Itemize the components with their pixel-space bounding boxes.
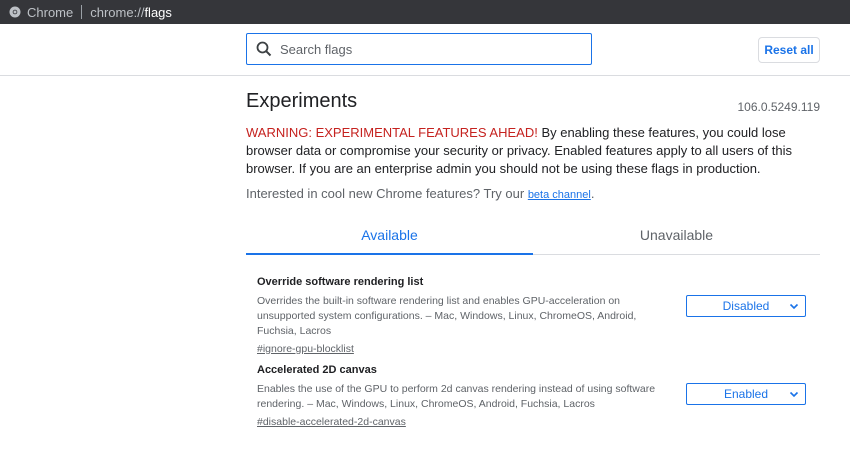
flag-item: Override software rendering list Overrid…	[257, 276, 677, 357]
tab-available[interactable]: Available	[246, 216, 533, 255]
flag-state-value: Enabled	[723, 387, 769, 401]
flag-title: Accelerated 2D canvas	[257, 364, 377, 376]
site-chip-label: Chrome	[27, 4, 74, 20]
blurb-text: Interested in cool new Chrome features? …	[246, 186, 528, 201]
flag-state-select[interactable]: Enabled	[686, 383, 806, 405]
chevron-down-icon	[789, 391, 799, 398]
flag-item: Accelerated 2D canvas Enables the use of…	[257, 364, 677, 430]
flag-state-select[interactable]: Disabled	[686, 295, 806, 317]
warning-lead: WARNING: EXPERIMENTAL FEATURES AHEAD!	[246, 125, 538, 140]
beta-blurb: Interested in cool new Chrome features? …	[246, 186, 594, 201]
tab-bar: Available Unavailable	[246, 216, 820, 255]
chrome-logo-icon	[9, 6, 21, 18]
tab-unavailable[interactable]: Unavailable	[533, 216, 820, 254]
flag-permalink[interactable]: #ignore-gpu-blocklist	[257, 343, 354, 355]
warning-text: WARNING: EXPERIMENTAL FEATURES AHEAD! By…	[246, 124, 826, 178]
flag-description: Enables the use of the GPU to perform 2d…	[257, 383, 656, 410]
search-input[interactable]	[278, 40, 582, 58]
flag-state-value: Disabled	[722, 299, 770, 313]
omnibox-divider	[81, 5, 83, 19]
search-box[interactable]	[246, 33, 592, 65]
flags-header: Reset all	[0, 24, 850, 76]
flag-permalink[interactable]: #disable-accelerated-2d-canvas	[257, 416, 406, 428]
version-number: 106.0.5249.119	[737, 100, 820, 114]
chevron-down-icon	[789, 303, 799, 310]
flag-title: Override software rendering list	[257, 276, 424, 288]
flag-description: Overrides the built-in software renderin…	[257, 295, 637, 337]
reset-all-button[interactable]: Reset all	[758, 37, 820, 63]
page-title: Experiments	[246, 90, 358, 112]
search-icon	[256, 41, 272, 57]
address-bar[interactable]: Chrome chrome://flags	[0, 0, 850, 24]
url-scheme: chrome://	[90, 4, 145, 20]
blurb-end: .	[590, 186, 595, 201]
beta-channel-link[interactable]: beta channel	[528, 189, 591, 201]
url-host: flags	[144, 4, 172, 20]
